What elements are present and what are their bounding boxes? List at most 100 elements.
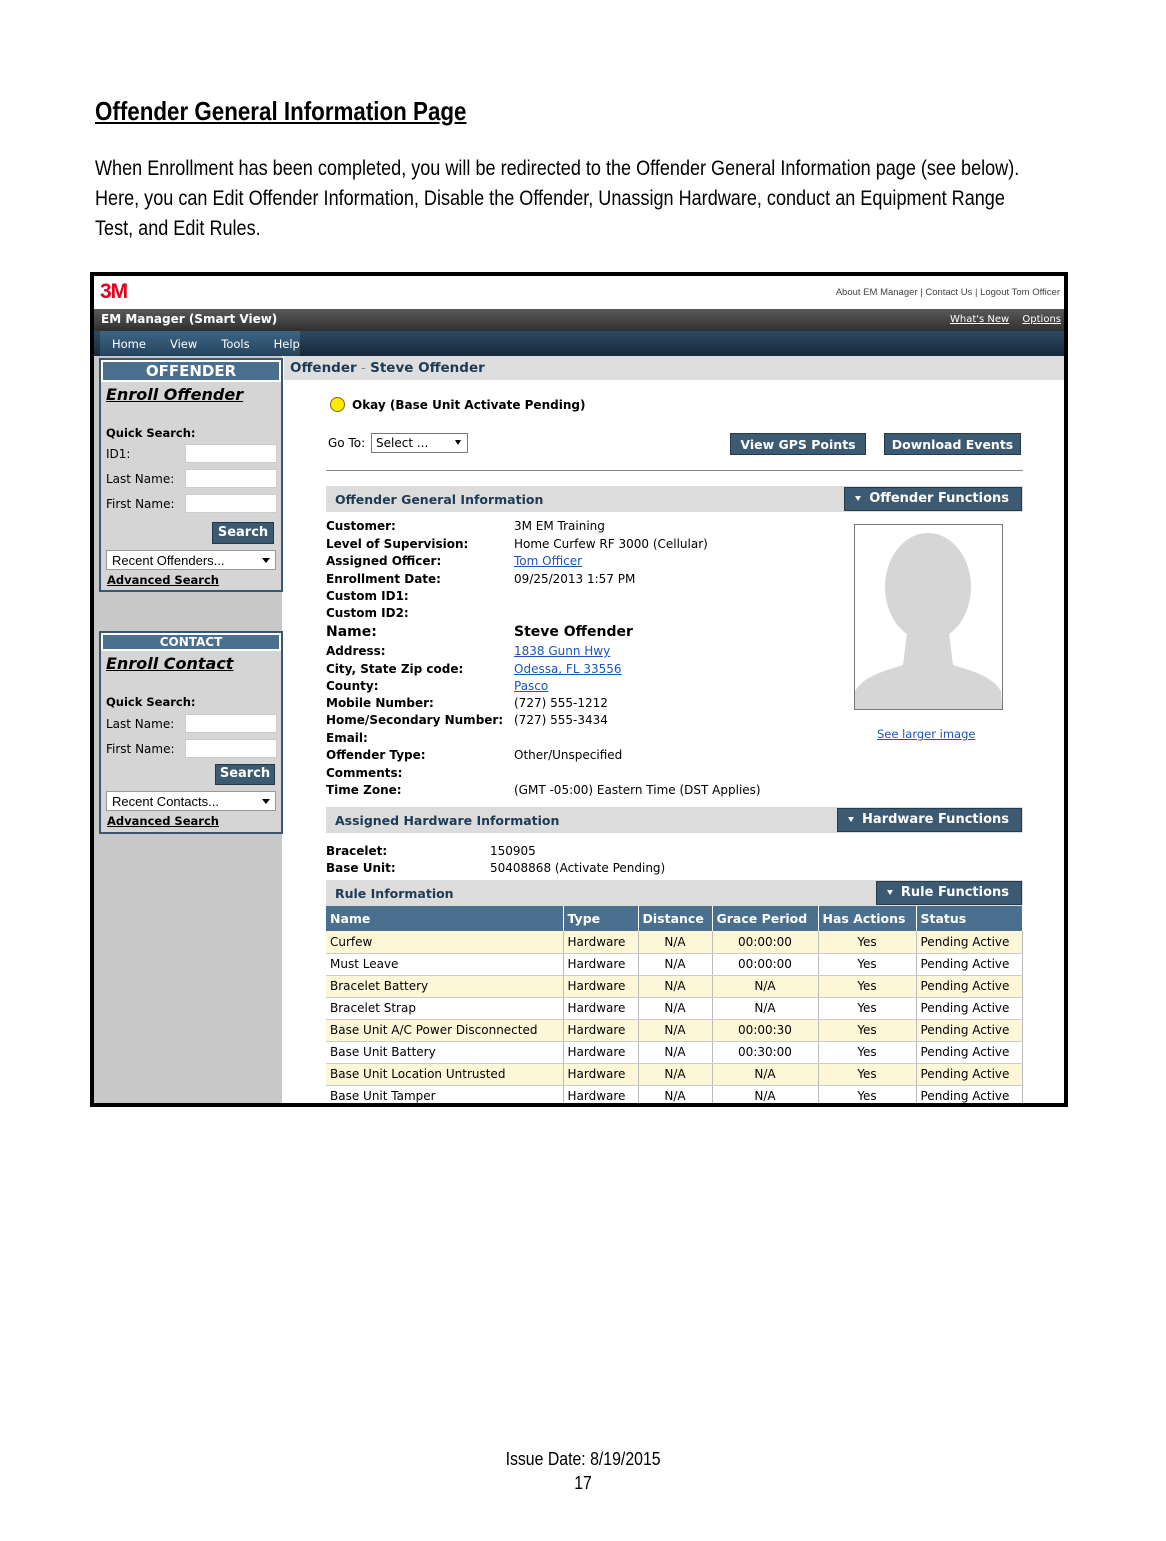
app-header: EM Manager (Smart View) What's New Optio… [94,309,1064,331]
table-cell: 00:30:00 [712,1041,819,1064]
rules-table-body: Curfew Hardware N/A 00:00:00 Yes Pending Acti… [326,931,1023,1103]
status-dot-icon [330,397,345,412]
column-header[interactable]: Grace Period [712,906,819,931]
status-indicator: Okay (Base Unit Activate Pending) [330,397,585,412]
contact-advanced-search-link[interactable]: Advanced Search [107,814,219,828]
hardware-info-header: Assigned Hardware Information Hardware F… [326,807,1023,833]
field-value: Other/Unspecified [514,748,623,762]
table-cell: Yes [818,953,917,976]
contact-search-button[interactable]: Search [215,764,275,785]
caret-down-icon [855,496,862,501]
table-row[interactable]: Base Unit Battery Hardware N/A 00:30:00 Yes P… [326,1041,1023,1064]
enroll-offender-link[interactable]: Enroll Offender [106,385,281,404]
recent-contacts-value: Recent Contacts... [112,794,219,809]
about-link[interactable]: About EM Manager [836,287,918,298]
page-title-name: Steve Offender [370,360,485,376]
whats-new-link[interactable]: What's New [950,314,1009,325]
view-gps-points-button[interactable]: View GPS Points [730,433,866,455]
silhouette-icon [855,525,1002,709]
last-name-input[interactable] [185,469,277,488]
field-label-text: Name: [326,624,377,640]
field-value-link[interactable]: Odessa, FL 33556 [514,662,622,676]
page-title-prefix: Offender [290,360,357,376]
field-value: (727) 555-1212 [514,696,608,710]
rule-functions-button[interactable]: Rule Functions [875,881,1022,905]
general-info-title: Offender General Information [335,492,544,507]
bracelet-value: 150905 [490,844,536,858]
menu-tools[interactable]: Tools [221,337,249,351]
table-cell: Pending Active [916,953,1023,976]
menu-view[interactable]: View [170,337,197,351]
field-label: Assigned Officer: [326,554,441,568]
table-cell: Base Unit A/C Power Disconnected [326,1019,564,1042]
hardware-info-title: Assigned Hardware Information [335,813,560,828]
page-title: Offender - Steve Offender [284,356,1064,380]
table-cell: Bracelet Strap [326,997,564,1020]
offender-functions-button[interactable]: Offender Functions [844,487,1022,511]
table-row[interactable]: Base Unit A/C Power Disconnected Hardware… [326,1019,1023,1042]
recent-offenders-select[interactable]: Recent Offenders... [106,550,276,570]
table-cell: Base Unit Tamper [326,1085,564,1103]
table-cell: Bracelet Battery [326,975,564,998]
first-name-input[interactable] [185,494,277,513]
advanced-search-link[interactable]: Advanced Search [107,573,219,587]
offender-panel-header: OFFENDER [101,360,281,382]
recent-offenders-value: Recent Offenders... [112,553,225,568]
column-header[interactable]: Name [326,906,564,931]
menu-home[interactable]: Home [112,337,146,351]
download-events-button[interactable]: Download Events [884,433,1021,455]
rule-info-title: Rule Information [335,886,454,901]
field-label: Time Zone: [326,783,402,797]
column-header[interactable]: Has Actions [818,906,917,931]
goto-select[interactable]: Select ... [371,433,468,453]
column-header[interactable]: Status [916,906,1023,931]
table-row[interactable]: Must Leave Hardware N/A 00:00:00 Yes Pending … [326,953,1023,976]
table-cell: Must Leave [326,953,564,976]
table-row[interactable]: Bracelet Battery Hardware N/A N/A Yes Pending… [326,975,1023,998]
goto-label: Go To: [328,436,366,450]
field-value-link[interactable]: 1838 Gunn Hwy [514,644,610,658]
table-row[interactable]: Curfew Hardware N/A 00:00:00 Yes Pending Acti… [326,931,1023,954]
hardware-functions-button[interactable]: Hardware Functions [837,808,1022,832]
table-cell: Hardware [563,1063,639,1086]
rule-info-header: Rule Information Rule Functions [326,880,1023,906]
main-menu: Home View Tools Help [100,331,300,356]
offender-photo[interactable] [854,524,1003,710]
field-value-link[interactable]: Pasco [514,679,548,693]
table-cell: Pending Active [916,1041,1023,1064]
options-link[interactable]: Options [1022,314,1061,325]
offender-functions-label: Offender Functions [869,491,1009,506]
table-header-row: Name Type Distance Grace Period Has Acti… [326,906,1023,931]
table-row[interactable]: Base Unit Location Untrusted Hardware N/A N… [326,1063,1023,1086]
field-label-text: Assigned Officer: [326,554,442,568]
contact-first-name-input[interactable] [185,739,277,758]
field-value: Steve Offender [514,624,633,640]
table-cell: N/A [638,1085,713,1103]
sidebar: OFFENDER Enroll Offender Quick Search: I… [94,356,283,1103]
field-value: Home Curfew RF 3000 (Cellular) [514,537,708,551]
field-label: Home/Secondary Number: [326,713,503,727]
field-label: Custom ID1: [326,589,409,603]
menu-help[interactable]: Help [274,337,300,351]
field-label-text: Comments: [326,766,403,780]
field-value-link[interactable]: Tom Officer [514,554,582,568]
logout-link[interactable]: Logout Tom Officer [980,287,1060,298]
table-row[interactable]: Bracelet Strap Hardware N/A N/A Yes Pending A… [326,997,1023,1020]
recent-contacts-select[interactable]: Recent Contacts... [106,791,276,811]
app-title: EM Manager (Smart View) [101,312,278,326]
main-content: Offender - Steve Offender Okay (Base Uni… [284,356,1064,1103]
contact-us-link[interactable]: Contact Us [925,287,972,298]
offender-search-button[interactable]: Search [212,522,274,544]
column-header[interactable]: Type [563,906,639,931]
field-label-text: Address: [326,644,386,658]
base-unit-value: 50408868 (Activate Pending) [490,861,666,875]
column-header[interactable]: Distance [638,906,713,931]
page-number-text: 17 [574,1473,592,1493]
id1-input[interactable] [185,444,277,463]
contact-last-name-input[interactable] [185,714,277,733]
field-label-text: Level of Supervision: [326,537,469,551]
enroll-contact-link[interactable]: Enroll Contact [106,654,281,673]
table-row[interactable]: Base Unit Tamper Hardware N/A N/A Yes Pending… [326,1085,1023,1103]
table-cell: N/A [638,1063,713,1086]
see-larger-image-link[interactable]: See larger image [877,727,975,741]
